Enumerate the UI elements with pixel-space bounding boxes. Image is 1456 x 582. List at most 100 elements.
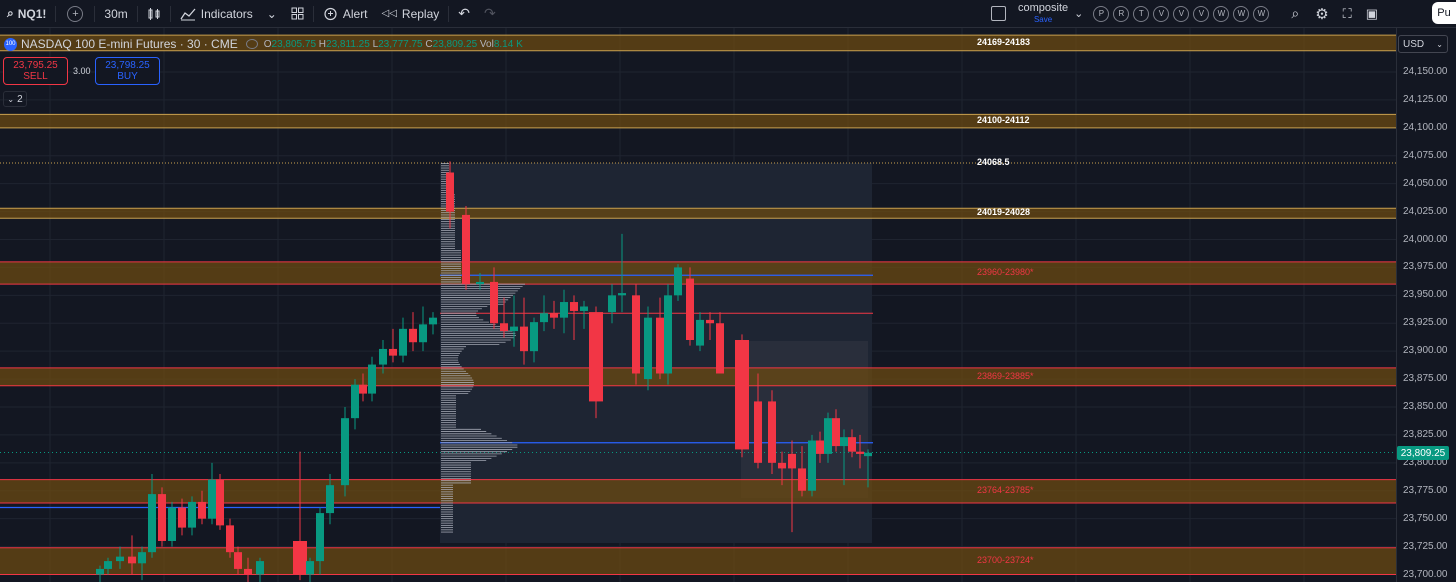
interval-button[interactable]: 30m (97, 0, 134, 27)
legend-title: NASDAQ 100 E-mini Futures · 30 · CME (21, 37, 238, 51)
fullscreen-icon[interactable]: ⛶ (1343, 6, 1352, 22)
layout-checkbox[interactable] (991, 6, 1006, 21)
candle-body (104, 561, 112, 569)
candle-body (198, 501, 206, 519)
price-tick-label: 23,925.00 (1403, 317, 1448, 329)
candle-body (706, 319, 714, 324)
candle-body (632, 295, 640, 374)
grid-layout-icon (291, 7, 304, 20)
candle-body (446, 172, 454, 212)
candle-body (716, 323, 724, 374)
account-circle-1[interactable]: R (1113, 5, 1130, 22)
open-value: 23,805.75 (271, 38, 317, 50)
candle-body (341, 418, 349, 486)
redo-icon: ↷ (484, 5, 496, 21)
replay-button[interactable]: ◁◁ Replay (375, 0, 447, 27)
candle-body (293, 541, 307, 575)
candle-body (216, 479, 224, 526)
replay-label: Replay (401, 6, 440, 21)
account-circle-5[interactable]: V (1193, 5, 1210, 22)
price-axis[interactable]: 24,150.00 24,125.00 24,100.00 24,075.00 24,0… (1396, 28, 1456, 582)
zone-fill (0, 261, 1396, 285)
zone-label: 24019-24028 (977, 207, 1031, 218)
camera-icon[interactable]: ▣ (1366, 6, 1378, 22)
candle-body (840, 437, 848, 447)
candle-body (608, 295, 616, 313)
zone-label: 24169-24183 (977, 36, 1031, 47)
candle-body (116, 556, 124, 562)
nasdaq-logo-icon: 100 (4, 37, 17, 51)
layout-name-button[interactable]: composite Save (1018, 1, 1069, 25)
undo-button[interactable]: ↶ (451, 0, 477, 27)
account-circle-2[interactable]: T (1133, 5, 1150, 22)
buy-button[interactable]: 23,798.25 BUY (95, 57, 160, 85)
candle-body (788, 453, 796, 469)
level-label: 24068.5 (977, 157, 1010, 167)
candle-body (148, 494, 156, 553)
candle-body (832, 418, 840, 447)
candle-body (656, 317, 664, 374)
candle-body (316, 513, 324, 562)
compare-button[interactable]: + (58, 0, 92, 27)
open-label: O (263, 38, 272, 50)
indicators-collapse-button[interactable]: ⌄ 2 (3, 91, 27, 107)
candle-body (500, 323, 508, 332)
settings-gear-icon[interactable]: ⚙ (1315, 5, 1328, 23)
candle-body (778, 462, 786, 469)
alert-label: Alert (342, 6, 368, 21)
close-label: C (425, 38, 433, 50)
alarm-clock-icon (324, 7, 337, 21)
candle-body (399, 328, 407, 356)
currency-select[interactable]: USD ⌄ (1398, 35, 1448, 53)
candle-body (188, 501, 196, 528)
price-chart[interactable] (0, 28, 1396, 582)
plus-circle-icon: + (67, 5, 84, 22)
candle-body (864, 452, 872, 457)
account-circle-4[interactable]: V (1173, 5, 1190, 22)
redo-button[interactable]: ↷ (477, 0, 503, 27)
account-circle-8[interactable]: W (1253, 5, 1270, 22)
price-tick-label: 24,150.00 (1403, 66, 1448, 77)
zone-label: 23869-23885* (977, 370, 1034, 381)
layouts-button[interactable] (284, 0, 311, 27)
toolbar-divider (136, 5, 138, 22)
high-value: 23,811.25 (326, 38, 370, 50)
eye-icon[interactable] (245, 39, 258, 49)
indicator-templates-button[interactable]: ⌄ (260, 0, 284, 27)
candle-body (560, 302, 568, 318)
candle-body (158, 494, 166, 541)
symbol-legend[interactable]: 100 NASDAQ 100 E-mini Futures · 30 · CME… (4, 37, 523, 51)
toolbar-divider (448, 5, 450, 22)
candle-body (208, 479, 216, 519)
candle-body (306, 561, 314, 575)
zone-fill (0, 208, 1396, 219)
account-circle-0[interactable]: P (1093, 5, 1110, 22)
zone-label: 24100-24112 (977, 115, 1030, 126)
publish-button[interactable]: Pu (1432, 2, 1456, 24)
price-tick-label: 23,975.00 (1403, 261, 1448, 273)
spread-value: 3.00 (73, 66, 91, 76)
account-circle-6[interactable]: W (1213, 5, 1230, 22)
account-circle-7[interactable]: W (1233, 5, 1250, 22)
candle-body (96, 568, 104, 575)
zone-fill (0, 367, 1396, 386)
sell-button[interactable]: 23,795.25 SELL (3, 57, 68, 85)
chevron-down-icon[interactable]: ⌄ (1074, 7, 1083, 20)
toolbar-divider (312, 5, 314, 22)
quick-search-icon[interactable]: ⌕ (1291, 5, 1299, 22)
account-circle-3[interactable]: V (1153, 5, 1170, 22)
high-label: H (318, 38, 327, 50)
price-tick-label: 23,825.00 (1403, 428, 1448, 440)
candle-body (848, 437, 856, 452)
candle-body (226, 525, 234, 553)
indicators-button[interactable]: Indicators (173, 0, 260, 27)
layout-name-label: composite (1018, 1, 1069, 14)
search-icon: ⌕ (7, 6, 14, 20)
symbol-search-button[interactable]: ⌕ NQ1! (0, 0, 53, 27)
alert-button[interactable]: Alert (316, 0, 375, 27)
chevron-down-icon: ⌄ (7, 94, 15, 104)
top-toolbar: ⌕ NQ1! + 30m Indicators ⌄ Alert ◁◁ Repla… (0, 0, 1456, 28)
candle-body (368, 364, 376, 394)
chart-type-button[interactable] (140, 0, 168, 27)
chevron-down-icon: ⌄ (266, 6, 277, 21)
